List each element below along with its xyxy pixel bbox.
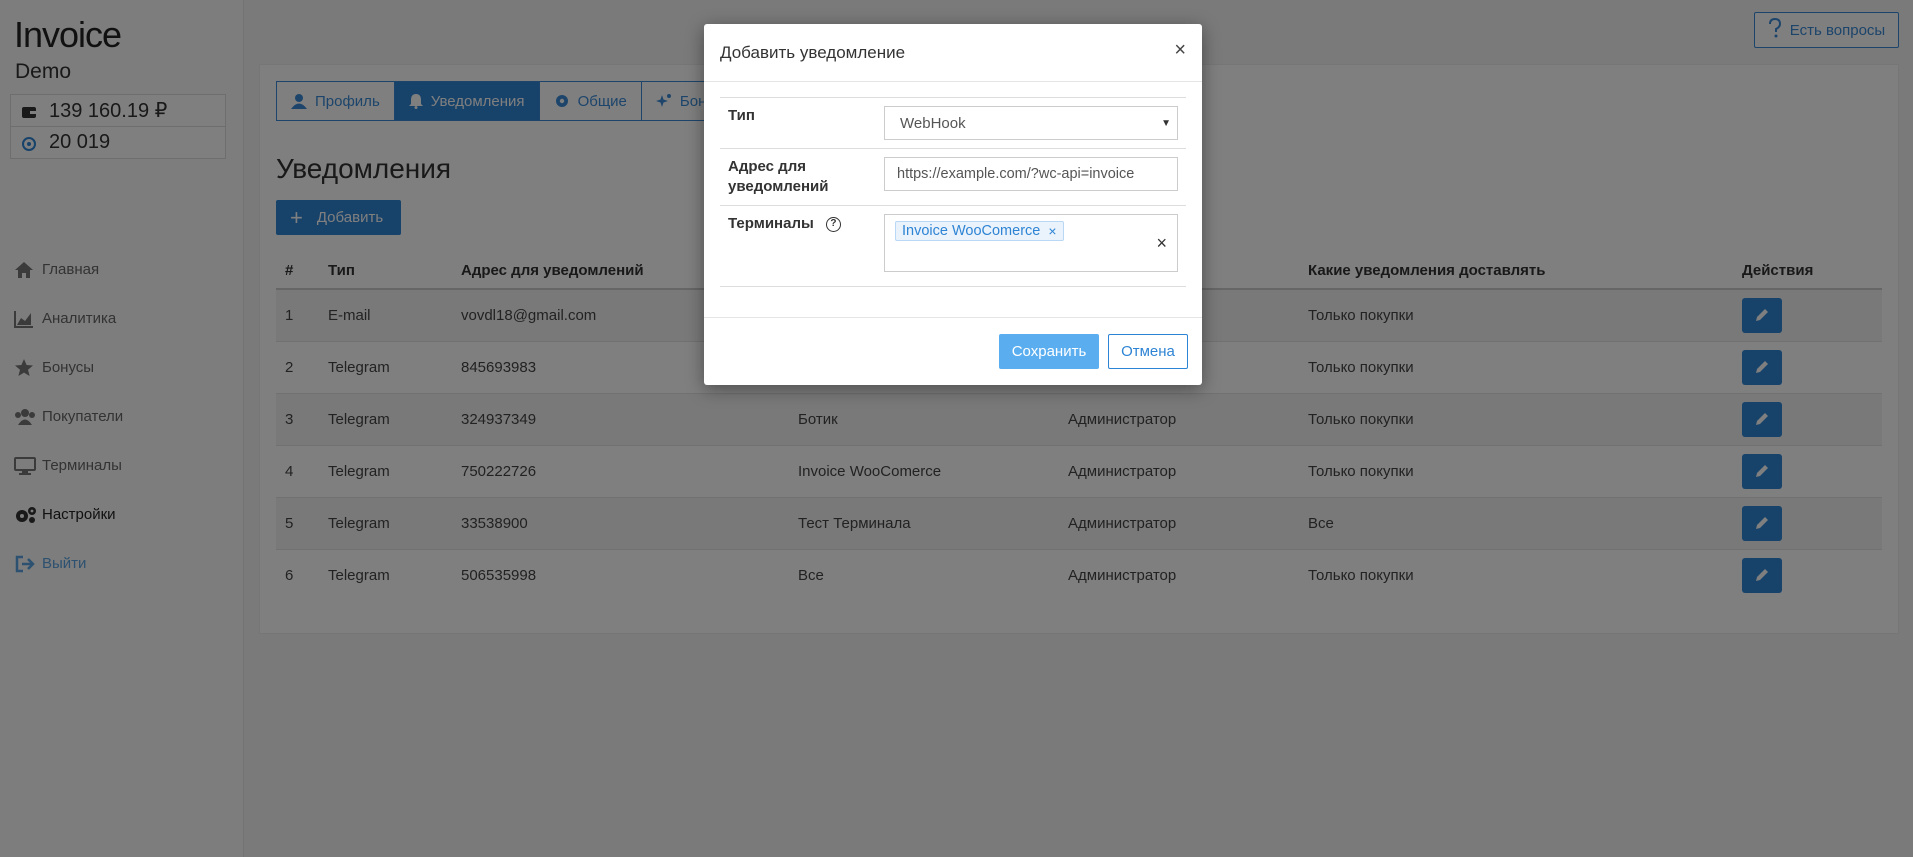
clear-selection-icon[interactable]: × — [1156, 233, 1167, 254]
type-select-value: WebHook — [900, 114, 966, 132]
terminals-label-wrap: Терминалы ? — [728, 214, 884, 272]
type-label: Тип — [728, 107, 755, 124]
form-row-type: Тип WebHook ▼ — [720, 97, 1186, 148]
divider — [704, 317, 1202, 318]
type-select[interactable]: WebHook ▼ — [884, 106, 1178, 140]
save-button[interactable]: Сохранить — [999, 334, 1099, 369]
terminal-chip: Invoice WooComerce × — [895, 221, 1064, 241]
chip-remove-icon[interactable]: × — [1048, 223, 1056, 239]
terminals-label: Терминалы — [728, 215, 814, 232]
add-notification-modal: Добавить уведомление × Тип WebHook ▼ Адр… — [704, 24, 1202, 385]
help-circle-icon[interactable]: ? — [825, 216, 841, 232]
terminal-chip-label: Invoice WooComerce — [902, 223, 1041, 239]
cancel-button[interactable]: Отмена — [1108, 334, 1188, 369]
close-icon[interactable]: × — [1174, 40, 1186, 60]
address-label: Адрес для уведомлений — [728, 158, 829, 195]
divider — [704, 81, 1202, 82]
terminals-multiselect[interactable]: Invoice WooComerce × × — [884, 214, 1178, 272]
caret-down-icon: ▼ — [1161, 118, 1171, 129]
address-input[interactable]: https://example.com/?wc-api=invoice — [884, 157, 1178, 191]
form-row-address: Адрес для уведомлений https://example.co… — [720, 148, 1186, 205]
form-row-terminals: Терминалы ? Invoice WooComerce × × — [720, 205, 1186, 287]
modal-title: Добавить уведомление — [720, 43, 906, 62]
notification-form: Тип WebHook ▼ Адрес для уведомлений http… — [720, 97, 1186, 287]
